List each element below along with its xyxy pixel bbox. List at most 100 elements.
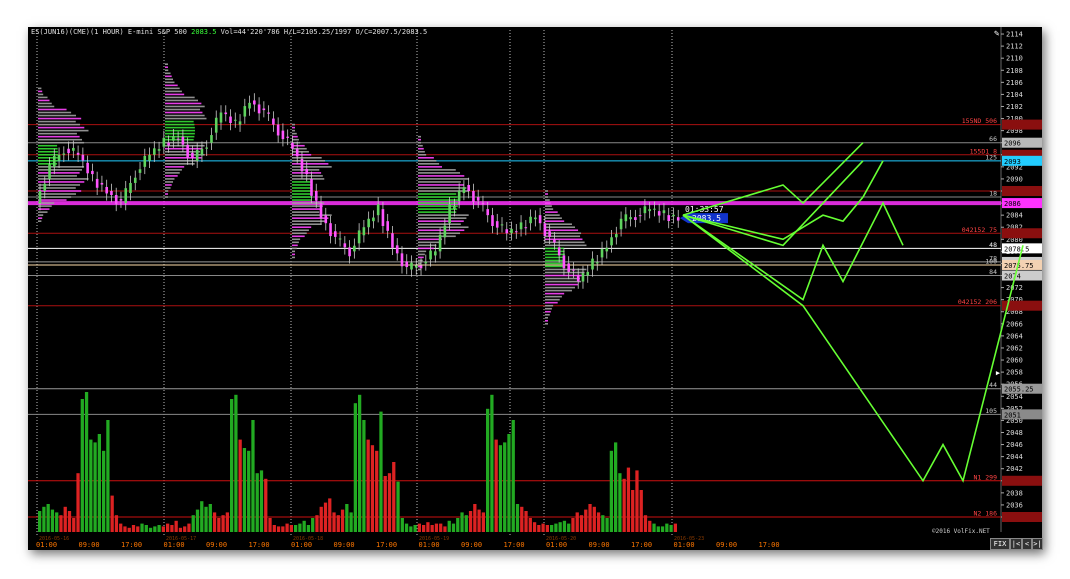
volume-bar [285, 523, 289, 532]
profile-bar [165, 163, 195, 165]
profile-bar [292, 138, 299, 141]
volume-bar [102, 450, 106, 532]
volume-bar [166, 523, 170, 532]
profile-bar [545, 259, 565, 262]
session-date-label: 2016-05-23 [674, 536, 704, 542]
candle-body [176, 138, 180, 140]
profile-bar [165, 153, 205, 156]
profile-bar [38, 123, 81, 126]
time-label: 09:00 [79, 541, 100, 549]
profile-bar [38, 211, 48, 213]
volume-bar [550, 525, 554, 532]
price-tag-text: 2074 [1004, 273, 1021, 281]
profile-bar [292, 123, 295, 126]
candle-body [348, 247, 351, 257]
candle-body [157, 149, 161, 151]
profile-bar [545, 271, 585, 274]
volume-bar [251, 420, 255, 532]
volume-bar [392, 462, 396, 532]
candle-body [376, 204, 380, 216]
profile-bar [292, 196, 312, 198]
candle-body [295, 148, 299, 157]
candle-body [133, 177, 137, 183]
chart-canvas[interactable]: 2114211221102108210621042102210020982096… [28, 27, 1042, 550]
volume-bar [281, 526, 285, 532]
time-label: 09:00 [589, 541, 610, 549]
candle-body [267, 112, 270, 114]
profile-bar [165, 72, 171, 75]
session-date-label: 2016-05-16 [39, 536, 69, 542]
profile-bar [418, 172, 461, 174]
volume-bar [276, 526, 281, 532]
profile-bar [418, 156, 434, 159]
profile-bar [418, 259, 423, 262]
volume-bar [511, 420, 515, 532]
volume-bar [127, 527, 131, 532]
profile-bar [292, 217, 329, 219]
candle-body [214, 117, 218, 133]
candle-body [481, 203, 485, 205]
volume-bar [242, 448, 247, 532]
profile-bar [292, 178, 325, 180]
volume-bar [571, 518, 575, 532]
candle-body [153, 148, 156, 155]
pencil-icon[interactable]: ✎ [994, 29, 1004, 39]
candle-body [467, 184, 470, 191]
fix-button[interactable]: FIX [990, 538, 1010, 550]
candle-body [86, 162, 89, 174]
volume-bar [464, 515, 468, 532]
volume-bar [507, 434, 511, 532]
profile-bar [165, 126, 195, 129]
volume-bar [434, 523, 439, 532]
candle-body [281, 130, 285, 140]
profile-bar [165, 129, 195, 132]
candle-body [491, 215, 494, 227]
volume-bar [72, 518, 76, 532]
price-tick-label: 2090 [1006, 175, 1023, 183]
candle-body [448, 204, 451, 224]
volume-bar [400, 518, 404, 532]
profile-bar [165, 172, 180, 174]
profile-bar [418, 138, 421, 141]
volume-bar [230, 399, 234, 532]
level-label: 100 [985, 257, 997, 265]
profile-bar [292, 223, 322, 226]
candle-body [514, 231, 518, 233]
candle-body [357, 230, 361, 244]
first-button[interactable]: |< [1010, 538, 1022, 550]
profile-bar [292, 150, 309, 153]
candle-body [91, 170, 94, 175]
last-button[interactable]: >| [1032, 538, 1043, 550]
price-tick-label: 2106 [1006, 79, 1023, 87]
price-tick-label: 2102 [1006, 103, 1023, 111]
profile-bar [165, 144, 205, 147]
time-label: 09:00 [206, 541, 227, 549]
credit-text: ©2016 VolFix.NET [932, 528, 990, 535]
time-label: 17:00 [631, 541, 652, 549]
candle-body [43, 183, 47, 191]
volume-bar [592, 506, 596, 532]
profile-bar [292, 144, 305, 147]
candle-body [38, 191, 42, 204]
time-label: 17:00 [249, 541, 270, 549]
candle-body [562, 255, 566, 269]
volume-bar [93, 442, 97, 532]
profile-bar [165, 184, 172, 186]
candle-body [581, 273, 585, 282]
profile-bar [292, 205, 323, 207]
candle-body [262, 108, 266, 111]
prev-button[interactable]: < [1022, 538, 1032, 550]
stats-text: Vol=44'220'786 H/L=2105.25/1997 O/C=2007… [220, 28, 428, 36]
candle-body [138, 169, 142, 173]
candle-body [210, 135, 213, 143]
profile-bar [418, 214, 469, 216]
profile-bar [292, 181, 312, 183]
volume-bar [157, 525, 161, 532]
volume-bar [225, 512, 229, 532]
candle-body [500, 224, 504, 226]
candle-body [414, 265, 418, 268]
time-label: 01:00 [36, 541, 57, 549]
volume-bar [635, 470, 639, 532]
profile-bar [418, 229, 465, 232]
profile-bar [38, 175, 77, 177]
